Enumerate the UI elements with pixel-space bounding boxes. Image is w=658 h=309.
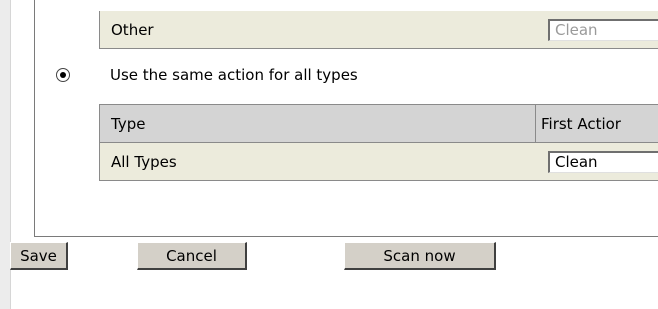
save-button[interactable]: Save <box>10 242 68 270</box>
radio-selected-dot <box>60 72 66 78</box>
column-header-first-action: First Actior <box>541 115 621 133</box>
type-label-other: Other <box>111 21 154 39</box>
all-types-action-table: Type First Actior All Types Clean <box>99 104 658 181</box>
type-label-all-types: All Types <box>111 153 177 171</box>
column-divider <box>535 105 536 142</box>
cancel-button[interactable]: Cancel <box>137 242 247 270</box>
per-type-action-table: Other Clean <box>99 11 658 49</box>
table-header-row: Type First Actior <box>100 105 658 143</box>
action-select-all-types[interactable]: Clean <box>548 151 658 173</box>
table-row-all-types: All Types Clean <box>100 143 658 181</box>
same-action-radio-label: Use the same action for all types <box>110 66 358 84</box>
action-select-other[interactable]: Clean <box>548 19 658 41</box>
panel-border-bottom <box>34 236 658 237</box>
column-header-type: Type <box>111 115 146 133</box>
scan-now-button[interactable]: Scan now <box>344 242 496 270</box>
table-row-other: Other Clean <box>100 11 658 49</box>
panel-border-left <box>34 0 35 237</box>
same-action-radio[interactable] <box>56 68 70 82</box>
